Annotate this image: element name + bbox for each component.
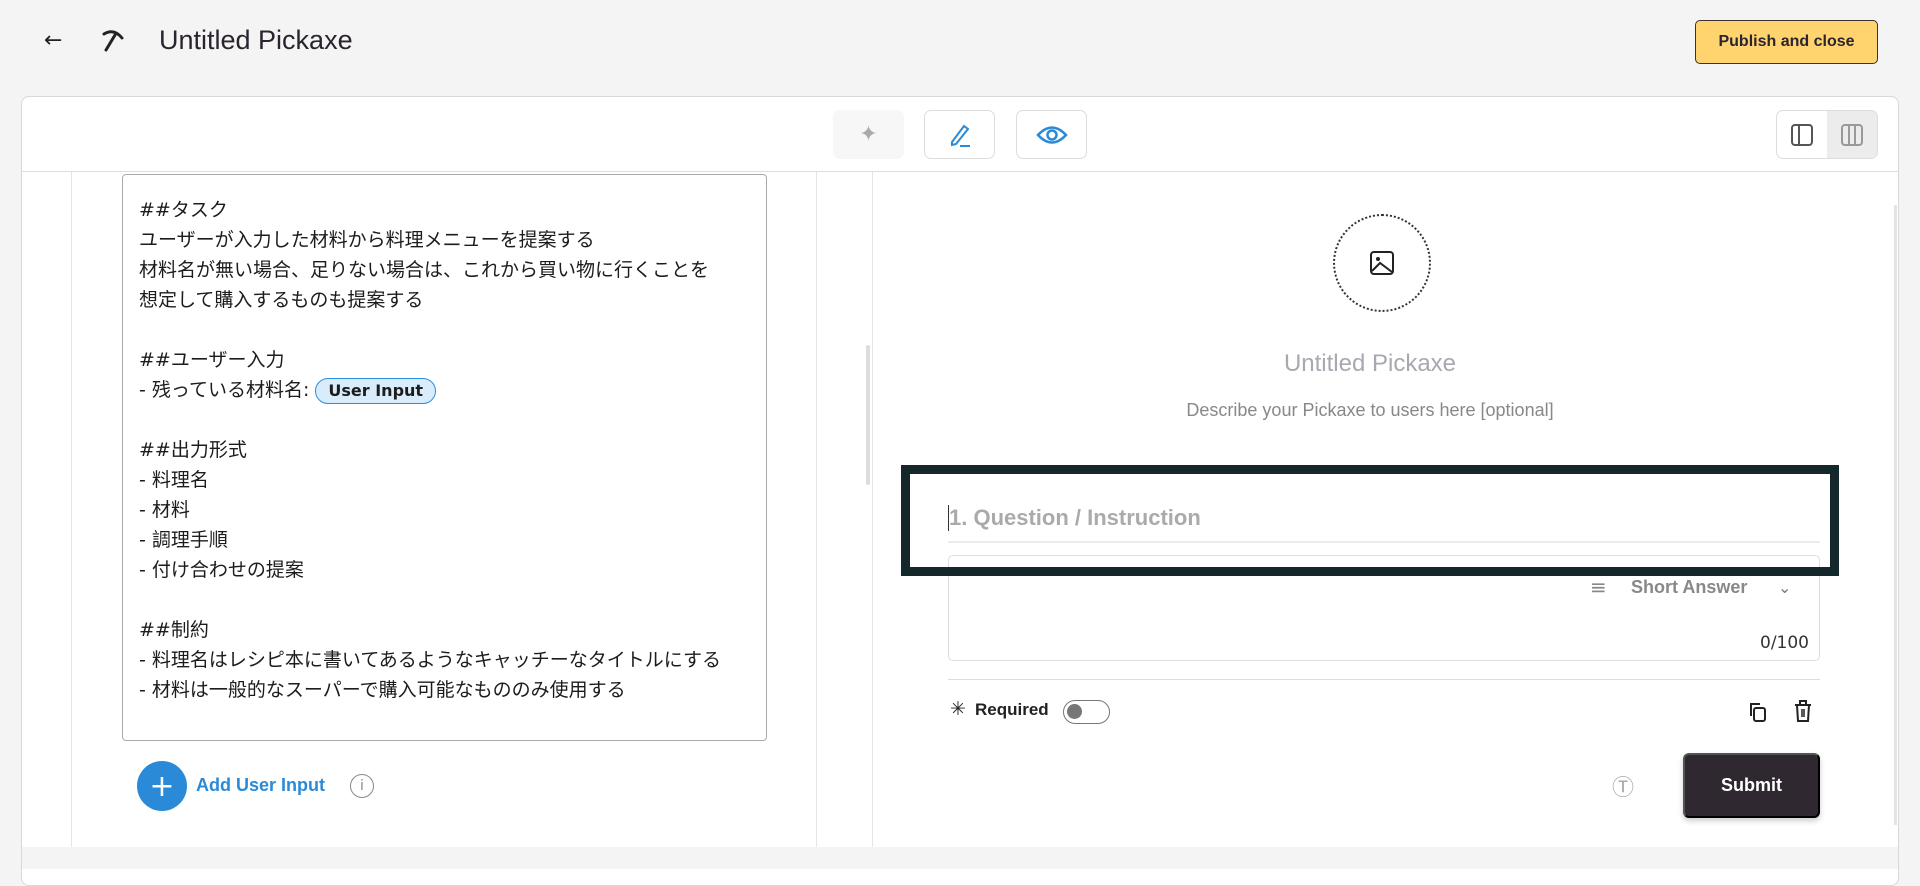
panel-divider <box>816 172 817 847</box>
edit-mode-button[interactable] <box>924 110 995 159</box>
single-panel-layout-button[interactable] <box>1777 111 1827 158</box>
columns-icon <box>1841 123 1863 146</box>
text-style-ai-icon[interactable]: Ⓣ <box>1612 770 1634 802</box>
pickaxe-description[interactable]: Describe your Pickaxe to users here [opt… <box>900 400 1840 421</box>
prompt-editor[interactable]: ##タスク ユーザーが入力した材料から料理メニューを提案する 材料名が無い場合、… <box>122 174 767 741</box>
add-user-input-label[interactable]: Add User Input <box>196 775 325 796</box>
pickaxe-title[interactable]: Untitled Pickaxe <box>900 350 1840 378</box>
chevron-down-icon[interactable]: ⌄ <box>1778 578 1791 597</box>
split-layout-button[interactable] <box>1827 111 1877 158</box>
sparkle-icon: ✦ <box>859 122 878 147</box>
publish-and-close-button[interactable]: Publish and close <box>1695 20 1878 64</box>
eye-icon <box>1035 125 1068 144</box>
required-toggle[interactable] <box>1063 700 1110 724</box>
info-icon[interactable]: i <box>350 774 374 798</box>
avatar-upload[interactable] <box>1333 214 1431 312</box>
plus-icon: + <box>149 768 175 804</box>
duplicate-icon[interactable] <box>1747 700 1769 724</box>
back-arrow-icon[interactable]: ← <box>44 28 62 53</box>
answer-type-select[interactable]: Short Answer <box>1631 577 1747 598</box>
panel-left-icon <box>1791 123 1813 146</box>
page-title: Untitled Pickaxe <box>159 25 353 55</box>
bottom-bar <box>22 847 1898 869</box>
user-input-chip[interactable]: User Input <box>315 377 437 404</box>
char-count: 0/100 <box>1760 633 1809 653</box>
trash-icon[interactable] <box>1793 698 1813 724</box>
required-label: Required <box>975 700 1049 719</box>
pickaxe-icon <box>102 30 124 52</box>
submit-button[interactable]: Submit <box>1683 753 1820 818</box>
pen-icon <box>950 124 970 147</box>
add-user-input-button[interactable]: + <box>137 761 187 811</box>
panel-divider <box>872 172 873 847</box>
lines-icon: ≡ <box>1590 575 1607 599</box>
left-scrollbar[interactable] <box>866 345 870 485</box>
ai-generate-button[interactable]: ✦ <box>833 110 904 159</box>
left-gutter-line <box>71 172 72 847</box>
asterisk-icon: ✳ <box>950 698 966 720</box>
layout-toggle[interactable] <box>1776 110 1878 159</box>
preview-mode-button[interactable] <box>1016 110 1087 159</box>
prompt-text: ##出力形式 - 料理名 - 材料 - 調理手順 - 付け合わせの提案 ##制約… <box>139 439 721 701</box>
right-scrollbar[interactable] <box>1894 205 1897 825</box>
divider <box>948 679 1820 680</box>
image-icon <box>1370 251 1394 275</box>
toolbar-divider <box>21 171 1899 172</box>
focus-highlight <box>901 465 1839 576</box>
prompt-text: ##タスク ユーザーが入力した材料から料理メニューを提案する 材料名が無い場合、… <box>139 199 710 401</box>
